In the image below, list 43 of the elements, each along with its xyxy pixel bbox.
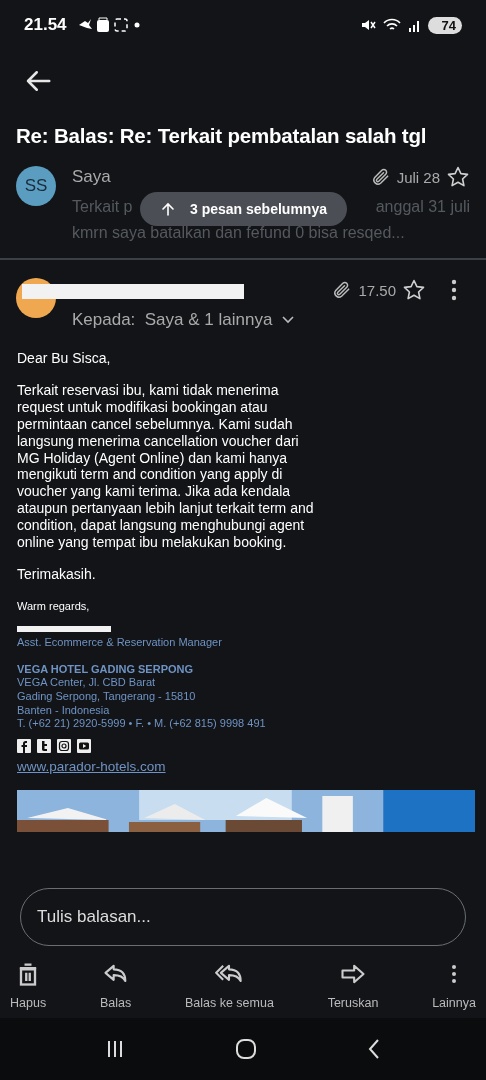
message-preview: anggal 31 juli: [375, 197, 470, 217]
message-preview: Terkait p: [72, 197, 133, 217]
back-icon[interactable]: [367, 1038, 381, 1060]
twitter-icon[interactable]: [37, 739, 51, 754]
chevron-down-icon[interactable]: [282, 316, 295, 324]
address-line: Banten - Indonesia: [17, 703, 110, 718]
message-preview: kmrn saya batalkan dan fefund 0 bisa resqed...: [72, 223, 406, 243]
up-arrow-icon: [160, 201, 176, 217]
signature-title: Asst. Ecommerce & Reservation Manager: [17, 635, 222, 650]
body-paragraph: Terimakasih.: [17, 565, 96, 583]
star-icon[interactable]: [446, 165, 470, 189]
action-button[interactable]: Lainnya: [428, 960, 480, 1010]
mute-icon: [359, 17, 376, 33]
action-button[interactable]: Balas ke semua: [180, 960, 278, 1010]
website-link[interactable]: www.parador-hotels.com: [17, 759, 166, 775]
earlier-messages-button[interactable]: 3 pesan sebelumnya: [140, 192, 347, 226]
body-paragraph: Terkait reservasi ibu, kami tidak menerima request untuk modifikasi bookingan atau permintaan cancel sebelumnya. Kami sudah langsung menerima cancellation voucher dari MG Holiday (Agent Online) dan kami hanya mengikuti term and condition yang apply di voucher yang kami terima. Jika ada kendala ataupun pertanyaan lebih lanjut terkait term and condition, dapat langsung menghubungi agent online yang tempat ibu melakukan booking.: [17, 381, 315, 551]
closing-text: Warm regards,: [17, 599, 90, 612]
address-line: VEGA Center, Jl. CBD Barat: [17, 676, 156, 690]
hotel-name: VEGA HOTEL GADING SERPONG: [17, 662, 194, 677]
message-time: 17.50: [358, 281, 396, 299]
reply-field[interactable]: Tulis balasan...: [20, 888, 466, 946]
sender-avatar[interactable]: SS: [16, 166, 56, 206]
star-icon[interactable]: [402, 278, 426, 302]
recipients-text: Kepada: Saya & 1 lainnya: [72, 310, 273, 330]
wifi-icon: [381, 17, 402, 33]
address-line: Gading Serpong, Tangerang - 15810: [17, 690, 196, 704]
action-button[interactable]: Hapus: [6, 960, 51, 1010]
home-icon[interactable]: [235, 1038, 257, 1060]
more-options-icon[interactable]: [450, 278, 458, 302]
action-button[interactable]: Balas: [95, 960, 136, 1010]
facebook-icon[interactable]: [17, 739, 31, 754]
instagram-icon[interactable]: [57, 739, 71, 754]
youtube-icon[interactable]: [77, 739, 91, 754]
recent-apps-icon[interactable]: [105, 1039, 125, 1059]
sender-name: Saya: [72, 167, 111, 187]
battery-indicator: 74: [427, 16, 462, 34]
address-line: T. (+62 21) 2920-5999 • F. • M. (+62 815) 9998 491: [17, 717, 266, 732]
action-button[interactable]: Teruskan: [323, 960, 383, 1010]
message-date: Juli 28: [396, 168, 440, 186]
body-paragraph: Dear Bu Sisca,: [17, 350, 111, 367]
email-subject: Re: Balas: Re: Terkait pembatalan salah tgl: [15, 123, 428, 149]
status-time: 21.54: [24, 15, 67, 35]
